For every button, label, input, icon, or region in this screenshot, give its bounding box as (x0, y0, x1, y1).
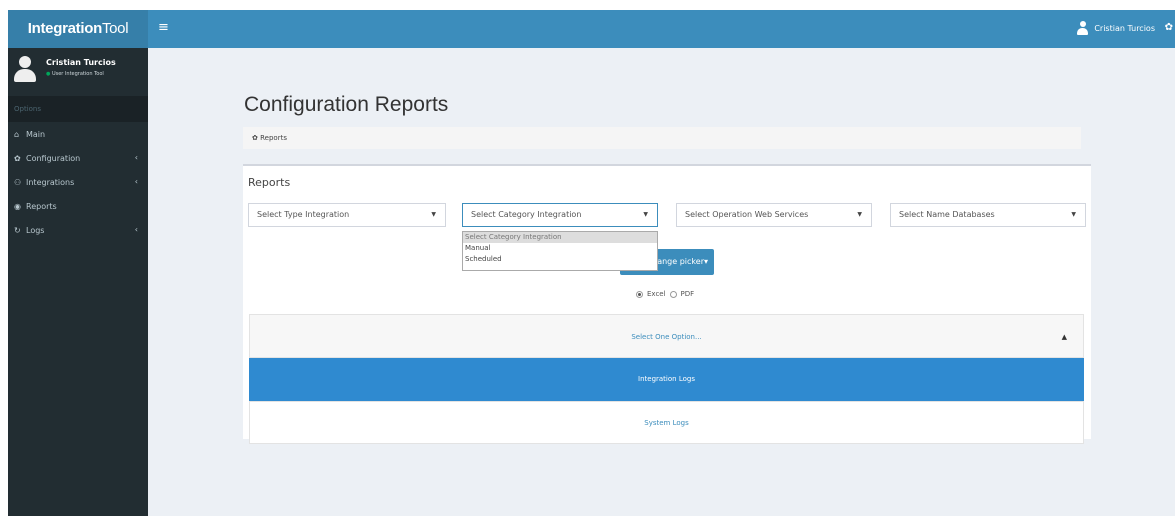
dropdown-option[interactable]: Scheduled (463, 254, 657, 265)
caret-down-icon: ▼ (1071, 211, 1076, 218)
excel-radio[interactable] (636, 290, 643, 298)
sidebar-toggle-icon[interactable]: ≡ (158, 21, 172, 35)
caret-down-icon: ▼ (643, 211, 648, 218)
sidebar-item-configuration[interactable]: ✿ Configuration ‹ (8, 146, 148, 170)
options-list-header[interactable]: Select One Option... ▲ (249, 314, 1084, 358)
category-integration-select[interactable]: Select Category Integration ▼ (462, 203, 658, 227)
control-sidebar-gear-icon[interactable]: ✿ (1165, 22, 1173, 33)
sidebar-item-label: Configuration (26, 153, 81, 163)
breadcrumb-item: Reports (260, 134, 287, 142)
sidebar-item-label: Main (26, 129, 46, 139)
logo-bold-text: Integration (27, 20, 103, 37)
dashboard-icon: ✿ (252, 134, 258, 142)
pdf-radio[interactable] (669, 290, 677, 298)
dropdown-option[interactable]: Manual (463, 243, 657, 254)
box-title: Reports (248, 176, 291, 189)
select-value: Select Type Integration (257, 210, 350, 219)
sidebar-item-label: Logs (26, 225, 45, 235)
reports-icon: ◉ (14, 201, 21, 211)
chevron-left-icon: ‹ (134, 153, 138, 162)
option-label: Integration Logs (638, 375, 695, 383)
app-logo[interactable]: IntegrationTool (8, 10, 148, 48)
format-radio-group: Excel PDF (636, 290, 694, 298)
dropdown-option[interactable]: Select Category Integration (463, 232, 657, 243)
operation-web-services-select[interactable]: Select Operation Web Services ▼ (676, 203, 872, 227)
select-value: Select Operation Web Services (685, 210, 809, 219)
history-icon: ↻ (14, 225, 21, 235)
sidebar-user-name: Cristian Turcios (46, 58, 116, 67)
sidebar-item-reports[interactable]: ◉ Reports (8, 194, 148, 218)
chevron-left-icon: ‹ (134, 177, 138, 186)
online-status-icon: ● (46, 71, 51, 77)
excel-radio-label: Excel (647, 290, 666, 298)
option-label: System Logs (644, 419, 689, 427)
gear-icon: ✿ (14, 153, 21, 163)
sidebar-item-main[interactable]: ⌂ Main (8, 122, 148, 146)
option-system-logs[interactable]: System Logs (249, 401, 1084, 444)
sidebar-header: Options (8, 96, 148, 122)
top-navbar: ≡ Cristian Turcios ✿ (148, 10, 1175, 48)
sidebar-item-label: Integrations (26, 177, 75, 187)
page-title: Configuration Reports (244, 93, 449, 116)
avatar (14, 56, 36, 82)
sidebar: Cristian Turcios ● User Integration Tool… (8, 48, 148, 516)
pdf-radio-label: PDF (680, 290, 695, 298)
sidebar-item-label: Reports (26, 201, 57, 211)
sidebar-item-integrations[interactable]: ⚇ Integrations ‹ (8, 170, 148, 194)
breadcrumb[interactable]: ✿ Reports (243, 127, 1081, 149)
user-menu-name: Cristian Turcios (1094, 23, 1155, 33)
logo-rest-text: Tool (101, 20, 129, 37)
select-value: Select Name Databases (899, 210, 995, 219)
select-value: Select Category Integration (471, 210, 582, 219)
category-dropdown-list: Select Category Integration Manual Sched… (462, 231, 658, 271)
chevron-left-icon: ‹ (134, 225, 138, 234)
integration-icon: ⚇ (14, 177, 22, 187)
options-header-text: Select One Option... (631, 333, 702, 341)
caret-down-icon: ▼ (857, 211, 862, 218)
home-icon: ⌂ (14, 129, 20, 139)
sidebar-item-logs[interactable]: ↻ Logs ‹ (8, 218, 148, 242)
sidebar-user-role-text: User Integration Tool (51, 71, 104, 77)
sidebar-user-role: ● User Integration Tool (46, 71, 104, 77)
caret-up-icon: ▲ (1061, 333, 1067, 341)
type-integration-select[interactable]: Select Type Integration ▼ (248, 203, 446, 227)
user-icon (1077, 21, 1089, 35)
user-panel: Cristian Turcios ● User Integration Tool (8, 48, 148, 96)
caret-down-icon: ▼ (431, 211, 436, 218)
user-menu[interactable]: Cristian Turcios (1077, 21, 1155, 35)
range-picker-label: range picker▾ (653, 257, 708, 266)
name-databases-select[interactable]: Select Name Databases ▼ (890, 203, 1086, 227)
option-integration-logs[interactable]: Integration Logs (249, 358, 1084, 401)
